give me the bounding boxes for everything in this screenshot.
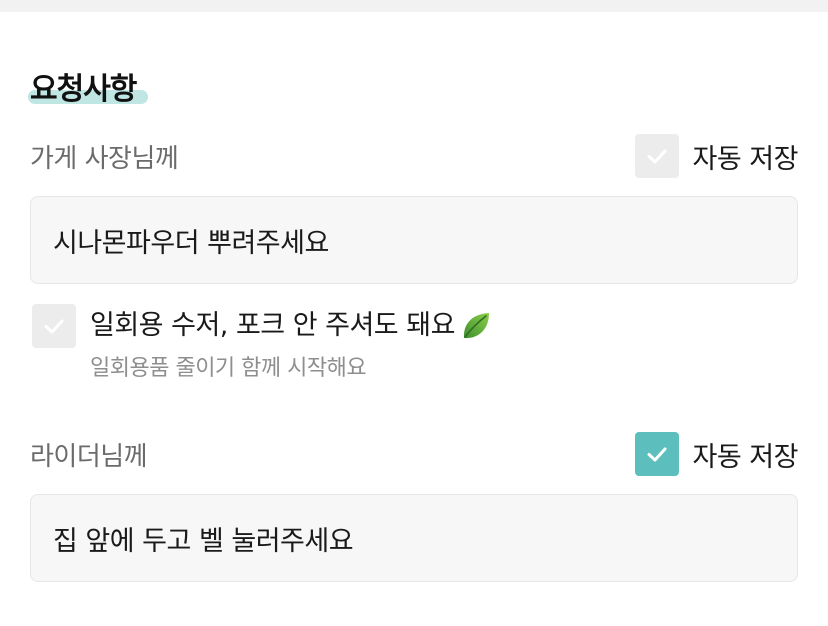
- check-icon: [44, 319, 64, 334]
- no-utensils-sublabel: 일회용품 줄이기 함께 시작해요: [90, 356, 367, 381]
- no-utensils-checkbox[interactable]: [32, 304, 76, 348]
- rider-autosave-toggle[interactable]: 자동 저장: [634, 432, 799, 476]
- store-request-value: 시나몬파우더 뿌려주세요: [53, 227, 329, 259]
- store-autosave-checkbox[interactable]: [634, 134, 679, 178]
- no-utensils-label-row: 일회용 수저, 포크 안 주셔도 돼요: [90, 304, 493, 348]
- rider-autosave-checkbox[interactable]: [634, 432, 679, 476]
- store-autosave-label: 자동 저장: [692, 143, 799, 175]
- rider-autosave-label: 자동 저장: [692, 441, 799, 473]
- store-autosave-toggle[interactable]: 자동 저장: [634, 134, 799, 178]
- store-request-label: 가게 사장님께: [30, 144, 179, 174]
- top-divider-strip: [0, 0, 828, 12]
- rider-request-field[interactable]: 집 앞에 두고 벨 눌러주세요: [30, 494, 798, 582]
- rider-request-label: 라이더님께: [30, 442, 148, 472]
- store-request-field[interactable]: 시나몬파우더 뿌려주세요: [30, 196, 798, 284]
- check-icon: [647, 447, 667, 462]
- leaf-icon: [463, 313, 489, 339]
- section-title: 요청사항: [30, 72, 137, 107]
- no-utensils-option[interactable]: 일회용 수저, 포크 안 주셔도 돼요 일회용품 줄이기 함께 시작해요: [32, 304, 493, 382]
- check-icon: [647, 149, 667, 164]
- no-utensils-label: 일회용 수저, 포크 안 주셔도 돼요: [90, 310, 455, 341]
- rider-request-value: 집 앞에 두고 벨 눌러주세요: [53, 525, 354, 557]
